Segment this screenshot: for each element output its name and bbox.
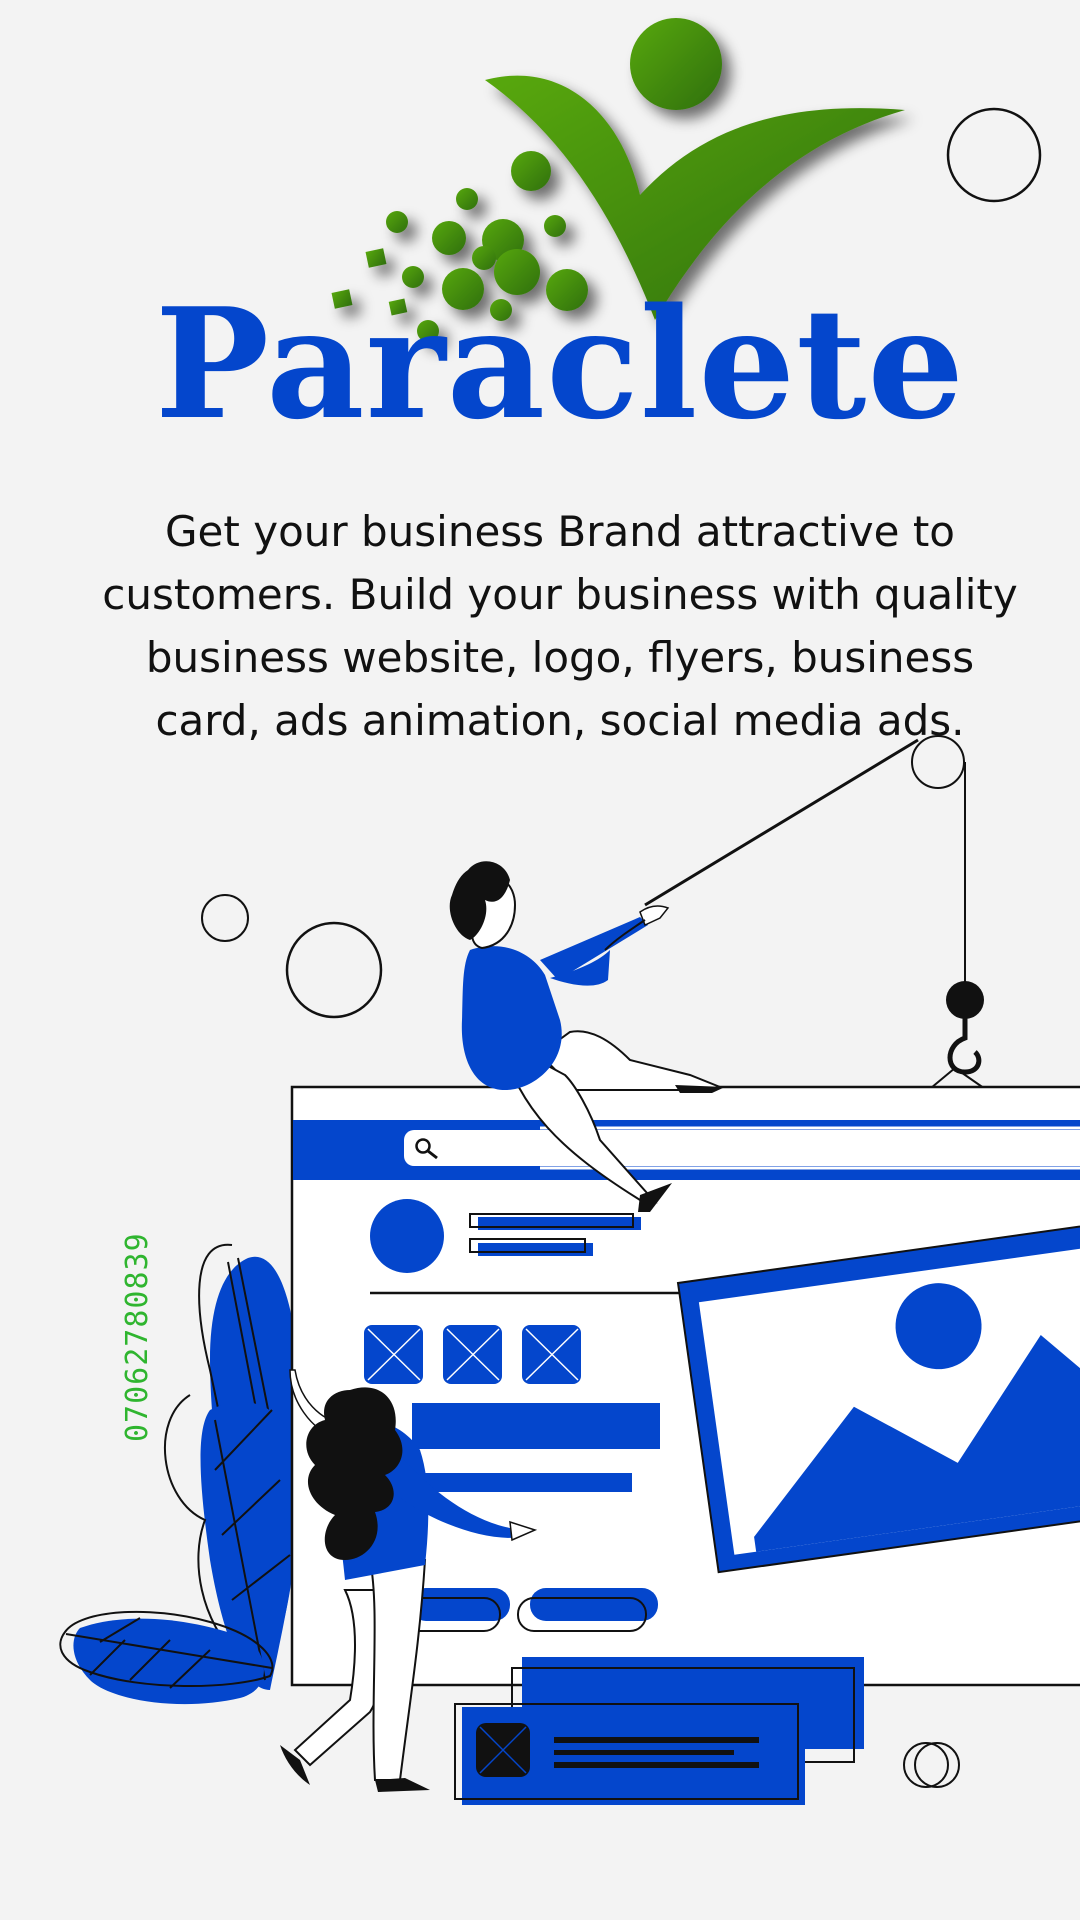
deco-circle bbox=[911, 735, 965, 789]
search-input bbox=[404, 1130, 1080, 1166]
avatar-circle-icon bbox=[370, 1199, 444, 1273]
pulley-weight bbox=[946, 981, 984, 1019]
deco-circle bbox=[903, 1742, 949, 1788]
image-frame bbox=[676, 1220, 1080, 1574]
deco-circle bbox=[201, 894, 249, 942]
deco-circle bbox=[285, 921, 383, 1019]
image-placeholder-icon bbox=[364, 1325, 581, 1384]
deco-circle bbox=[914, 1742, 960, 1788]
deco-circle bbox=[946, 107, 1042, 203]
web-design-illustration bbox=[59, 107, 1080, 1805]
hook-icon bbox=[947, 1018, 982, 1075]
